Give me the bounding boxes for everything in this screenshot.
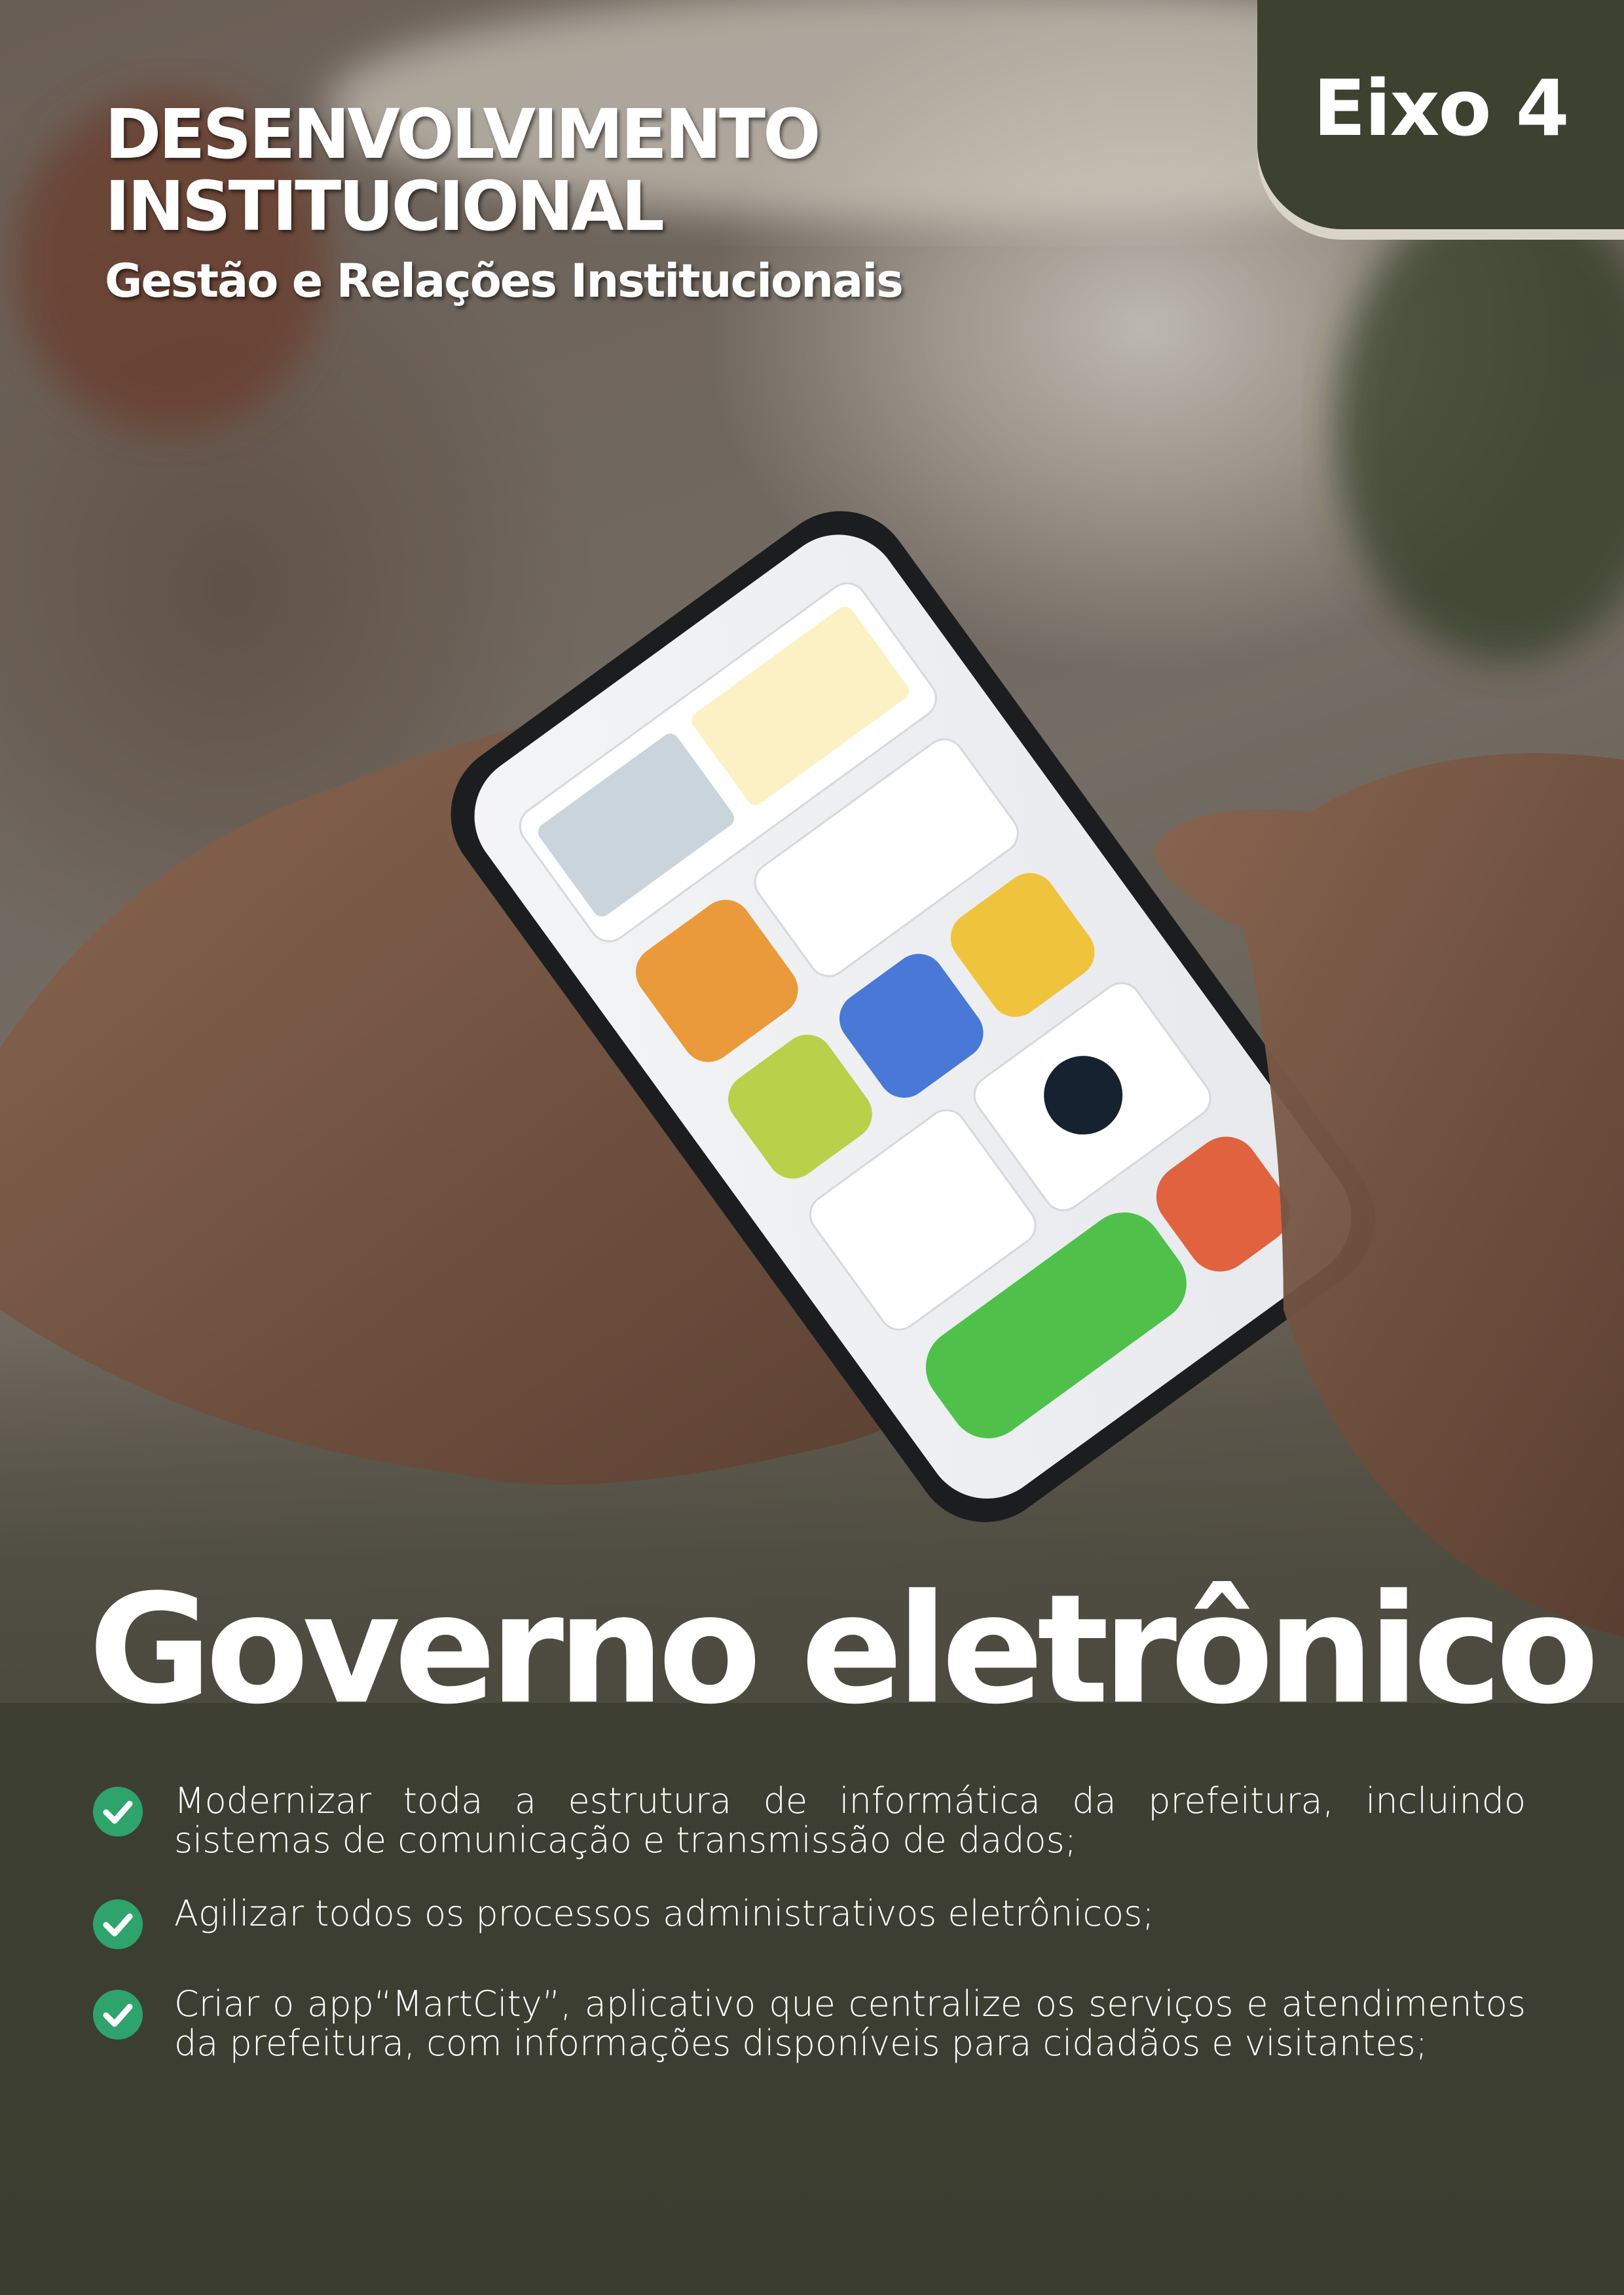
list-item-text: Criar o app“MartCity”, aplicativo que ce… (174, 1983, 1526, 2064)
list-item: Agilizar todos os processos administrati… (92, 1894, 1526, 1950)
check-circle-icon (93, 1787, 143, 1837)
check-circle-icon (93, 1899, 143, 1949)
check-circle-icon (93, 1990, 143, 2040)
list-item-text: Agilizar todos os processos administrati… (174, 1893, 1154, 1934)
axis-badge-label: Eixo 4 (1313, 63, 1569, 153)
list-item: Modernizar toda a estrutura de informáti… (92, 1782, 1526, 1860)
page: Eixo 4 DESENVOLVIMENTO INSTITUCIONAL Ges… (0, 0, 1624, 2295)
section-subtitle: Gestão e Relações Institucionais (105, 254, 904, 308)
section-header: DESENVOLVIMENTO INSTITUCIONAL Gestão e R… (105, 94, 904, 308)
page-title: Governo eletrônico (88, 1563, 1599, 1738)
list-item: Criar o app“MartCity”, aplicativo que ce… (92, 1985, 1526, 2063)
axis-badge: Eixo 4 (1257, 0, 1624, 229)
list-item-text: Modernizar toda a estrutura de informáti… (174, 1780, 1526, 1861)
bullet-list: Modernizar toda a estrutura de informáti… (92, 1782, 1526, 2097)
section-title-line1: DESENVOLVIMENTO (105, 94, 821, 174)
section-title-line2: INSTITUCIONAL (105, 166, 665, 246)
